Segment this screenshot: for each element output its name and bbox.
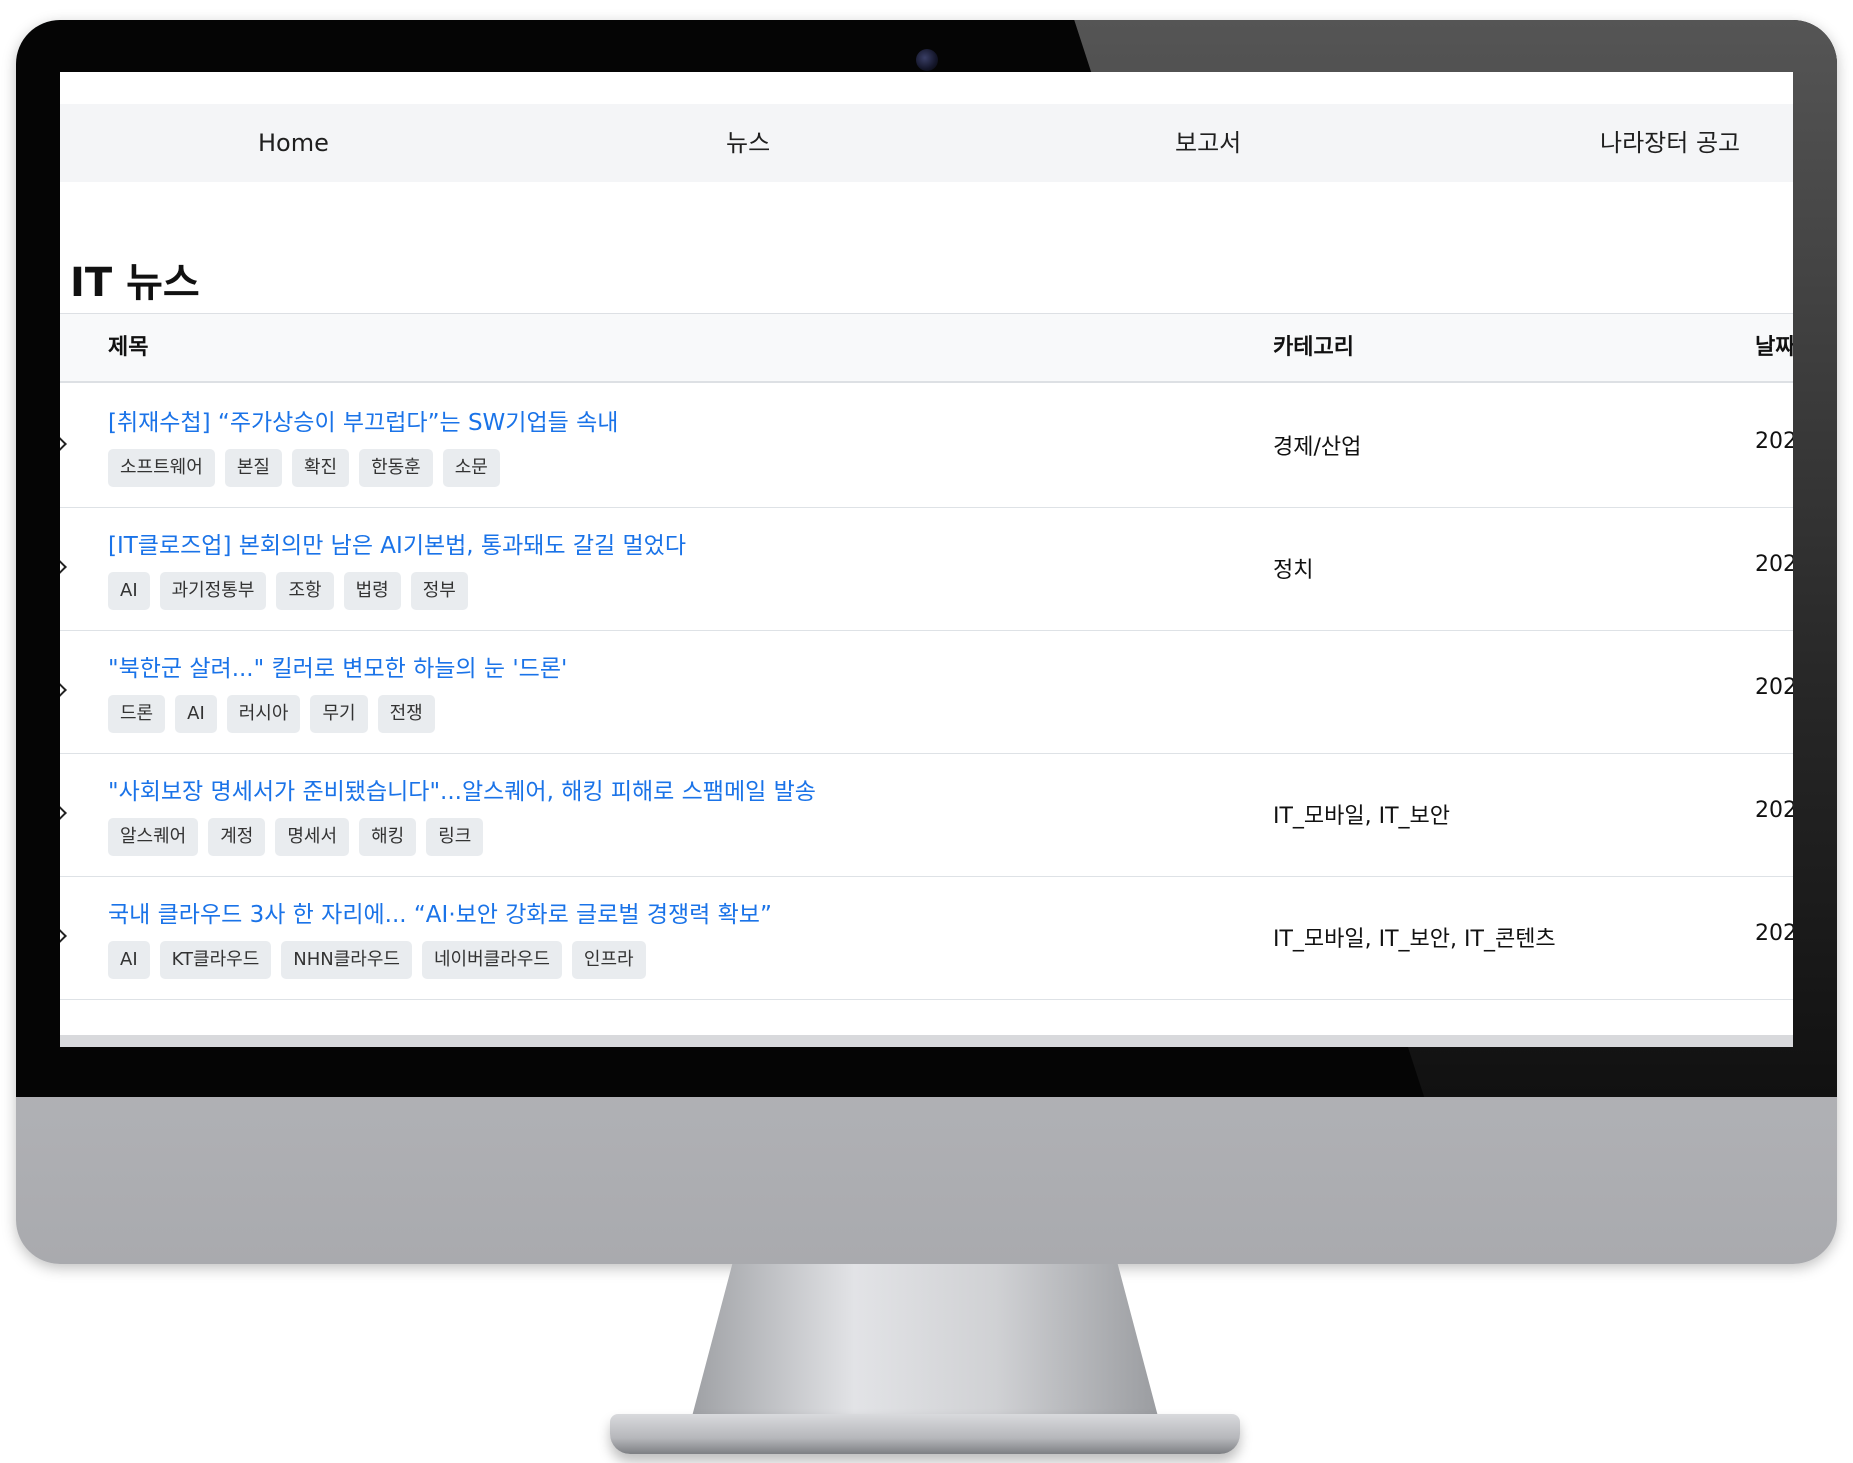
tag-list: AI 과기정통부 조항 법령 정부	[108, 572, 468, 610]
news-date: 202	[1755, 552, 1793, 577]
table-row[interactable]: "사회보장 명세서가 준비됐습니다"...알스퀘어, 해킹 피해로 스팸메일 발…	[60, 754, 1793, 877]
tag-chip[interactable]: 링크	[426, 818, 484, 856]
tag-chip[interactable]: AI	[108, 572, 150, 610]
tag-list: AI KT클라우드 NHN클라우드 네이버클라우드 인프라	[108, 941, 646, 979]
column-header-date[interactable]: 날짜	[1755, 314, 1793, 382]
news-title-link[interactable]: "사회보장 명세서가 준비됐습니다"...알스퀘어, 해킹 피해로 스팸메일 발…	[108, 772, 816, 806]
tag-chip[interactable]: 해킹	[359, 818, 417, 856]
nav-procurement-notices[interactable]: 나라장터 공고	[1600, 104, 1740, 182]
tag-chip[interactable]: 법령	[343, 572, 401, 610]
news-date: 202	[1755, 429, 1793, 454]
tag-chip[interactable]: 알스퀘어	[108, 818, 199, 856]
table-row[interactable]: [취재수첩] “주가상승이 부끄럽다”는 SW기업들 속내 소프트웨어 본질 확…	[60, 385, 1793, 508]
news-category: IT_모바일, IT_보안, IT_콘텐츠	[1273, 927, 1556, 952]
table-row[interactable]: 국내 클라우드 3사 한 자리에... “AI·보안 강화로 글로벌 경쟁력 확…	[60, 877, 1793, 1000]
tag-chip[interactable]: 러시아	[226, 695, 301, 733]
tag-chip[interactable]: 소프트웨어	[108, 449, 215, 487]
page-title: IT 뉴스	[70, 260, 200, 306]
news-title-link[interactable]: 국내 클라우드 3사 한 자리에... “AI·보안 강화로 글로벌 경쟁력 확…	[108, 895, 772, 929]
news-date: 202	[1755, 798, 1793, 823]
news-title-link[interactable]: [취재수첩] “주가상승이 부끄럽다”는 SW기업들 속내	[108, 403, 618, 437]
tag-chip[interactable]: 본질	[224, 449, 282, 487]
tag-chip[interactable]: 인프라	[571, 941, 646, 979]
tag-chip[interactable]: NHN클라우드	[281, 941, 412, 979]
news-category: 정치	[1273, 558, 1314, 583]
tag-list: 드론 AI 러시아 무기 전쟁	[108, 695, 435, 733]
nav-home[interactable]: Home	[258, 104, 329, 182]
tag-chip[interactable]: 드론	[108, 695, 166, 733]
screen: Home 뉴스 보고서 나라장터 공고 IT 뉴스 제목 카테고리 날짜 [취재…	[60, 72, 1793, 1047]
chevron-right-icon[interactable]	[60, 557, 67, 577]
monitor-stand-base	[610, 1414, 1240, 1454]
tag-chip[interactable]: 무기	[310, 695, 368, 733]
tag-chip[interactable]: KT클라우드	[159, 941, 272, 979]
column-header-category[interactable]: 카테고리	[1273, 314, 1354, 382]
column-header-title[interactable]: 제목	[108, 314, 148, 382]
table-row[interactable]: "북한군 살려..." 킬러로 변모한 하늘의 눈 '드론' 드론 AI 러시아…	[60, 631, 1793, 754]
chevron-right-icon[interactable]	[60, 803, 67, 823]
tag-chip[interactable]: 한동훈	[359, 449, 433, 487]
chevron-right-icon[interactable]	[60, 434, 67, 454]
news-category: IT_모바일, IT_보안	[1273, 804, 1451, 829]
news-category: 경제/산업	[1273, 435, 1362, 460]
chevron-right-icon[interactable]	[60, 926, 67, 946]
monitor-stand-neck	[690, 1264, 1160, 1424]
tag-list: 소프트웨어 본질 확진 한동훈 소문	[108, 449, 500, 487]
nav-news[interactable]: 뉴스	[726, 104, 770, 182]
table-header: 제목 카테고리 날짜	[60, 313, 1793, 383]
tag-chip[interactable]: 명세서	[275, 818, 350, 856]
tag-chip[interactable]: 과기정통부	[159, 572, 267, 610]
chevron-right-icon[interactable]	[60, 680, 67, 700]
news-title-link[interactable]: [IT클로즈업] 본회의만 남은 AI기본법, 통과돼도 갈길 멀었다	[108, 526, 686, 560]
tag-chip[interactable]: 계정	[208, 818, 266, 856]
news-title-link[interactable]: "북한군 살려..." 킬러로 변모한 하늘의 눈 '드론'	[108, 649, 567, 683]
tag-chip[interactable]: AI	[108, 941, 150, 979]
tag-chip[interactable]: 확진	[291, 449, 350, 487]
tag-chip[interactable]: 전쟁	[377, 695, 435, 733]
nav-reports[interactable]: 보고서	[1175, 104, 1241, 182]
tag-chip[interactable]: AI	[175, 695, 217, 733]
tag-chip[interactable]: 조항	[276, 572, 334, 610]
tag-chip[interactable]: 소문	[442, 449, 500, 487]
tag-chip[interactable]: 네이버클라우드	[422, 941, 562, 979]
camera-icon	[916, 49, 938, 71]
tag-chip[interactable]: 정부	[410, 572, 468, 610]
news-date: 202	[1755, 921, 1793, 946]
tag-list: 알스퀘어 계정 명세서 해킹 링크	[108, 818, 484, 856]
table-row[interactable]: [IT클로즈업] 본회의만 남은 AI기본법, 통과돼도 갈길 멀었다 AI 과…	[60, 508, 1793, 631]
top-navbar: Home 뉴스 보고서 나라장터 공고	[60, 104, 1793, 182]
news-date: 202	[1755, 675, 1793, 700]
